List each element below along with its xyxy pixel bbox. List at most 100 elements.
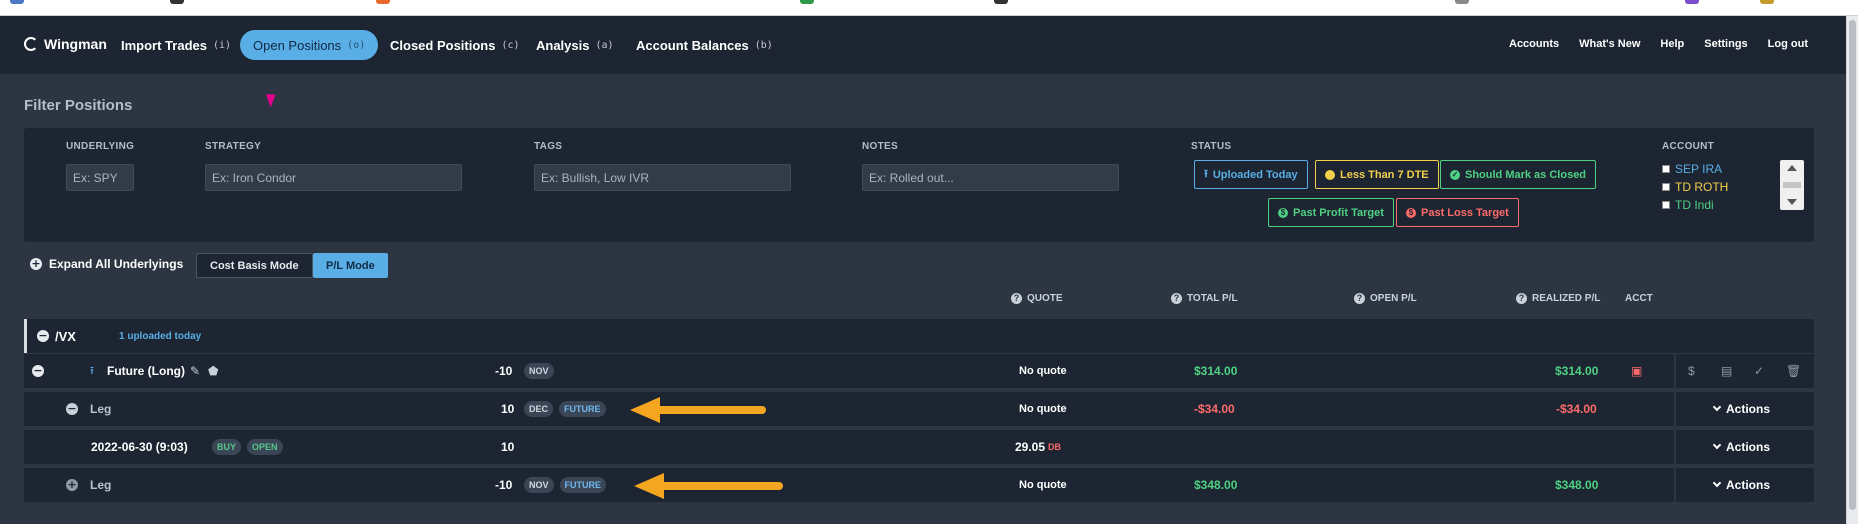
nav-shortcut: (a) — [595, 39, 614, 51]
checkbox[interactable] — [1662, 183, 1670, 191]
collapse-button[interactable]: − — [66, 392, 78, 426]
page-scrollbar[interactable] — [1846, 16, 1858, 524]
chevron-down-icon — [1712, 440, 1722, 450]
month-badge: NOV — [518, 354, 554, 388]
bookmark-icon[interactable] — [10, 0, 24, 4]
leg-row[interactable]: + Leg -10 NOV FUTURE No quote $348.00 $3… — [24, 468, 1814, 502]
status-uploaded-today-button[interactable]: ⭱ Uploaded Today — [1194, 160, 1308, 189]
dollar-circle-icon: $ — [1278, 207, 1288, 218]
leg-total-pl: $348.00 — [1194, 478, 1238, 492]
header-label: ACCT — [1625, 293, 1653, 304]
scrollbar-thumb[interactable] — [1849, 20, 1856, 510]
uploaded-today-note: 1 uploaded today — [119, 330, 202, 342]
header-open-pl: ? OPEN P/L — [1354, 293, 1417, 304]
nav-open-positions[interactable]: Open Positions (o) — [240, 30, 379, 60]
bookmark-icon[interactable] — [800, 0, 814, 4]
scroll-up-icon[interactable] — [1787, 165, 1797, 171]
actions-dropdown[interactable]: Actions — [1712, 430, 1771, 464]
dollar-icon[interactable]: $ — [1688, 354, 1695, 388]
fill-price: 29.05 DB — [1015, 430, 1061, 464]
trash-icon[interactable]: 🗑 — [1786, 354, 1801, 388]
check-icon[interactable]: ✓ — [1754, 354, 1764, 388]
chevron-down-icon — [1712, 478, 1722, 488]
tags-label: TAGS — [534, 141, 563, 152]
bookmark-icon[interactable] — [376, 0, 390, 4]
bookmark-icon[interactable] — [1760, 0, 1774, 4]
question-icon[interactable]: ? — [1516, 293, 1527, 304]
underlying-input[interactable] — [66, 164, 134, 191]
status-past-loss-target-button[interactable]: $ Past Loss Target — [1396, 198, 1519, 227]
cost-basis-mode-button[interactable]: Cost Basis Mode — [196, 253, 313, 278]
pl-mode-button[interactable]: P/L Mode — [313, 253, 388, 278]
effect-pill: OPEN — [247, 439, 283, 455]
strategy-input[interactable] — [205, 164, 462, 191]
collapse-button[interactable]: − — [37, 319, 49, 353]
notes-input[interactable] — [862, 164, 1119, 191]
header-quote: ? QUOTE — [1011, 293, 1063, 304]
nav-account-balances[interactable]: Account Balances (b) — [623, 30, 786, 60]
collapse-button[interactable]: − — [32, 354, 44, 388]
nav-shortcut: (o) — [347, 39, 366, 51]
leg-total-pl: -$34.00 — [1194, 402, 1235, 416]
row-divider — [1674, 430, 1676, 464]
tag-icon[interactable]: ⬟ — [208, 354, 218, 388]
comment-icon[interactable]: ▤ — [1721, 354, 1732, 388]
actions-label: Actions — [1726, 440, 1771, 454]
checkbox[interactable] — [1662, 201, 1670, 209]
scroll-down-icon[interactable] — [1787, 199, 1797, 205]
nav-logout[interactable]: Log out — [1768, 38, 1808, 50]
actions-dropdown[interactable]: Actions — [1712, 468, 1771, 502]
nav-accounts[interactable]: Accounts — [1509, 38, 1559, 50]
underlying-label: UNDERLYING — [66, 141, 135, 152]
chevron-down-icon — [1712, 402, 1722, 412]
nav-settings[interactable]: Settings — [1704, 38, 1747, 50]
account-list-scrollbar[interactable] — [1780, 160, 1804, 210]
account-option-sep-ira[interactable]: SEP IRA — [1662, 160, 1728, 178]
underlying-symbol: /VX — [55, 328, 76, 344]
actions-dropdown[interactable]: Actions — [1712, 392, 1770, 426]
bookmark-icon[interactable] — [170, 0, 184, 4]
status-should-mark-closed-button[interactable]: ✓ Should Mark as Closed — [1440, 160, 1597, 189]
nav-whats-new[interactable]: What's New — [1579, 38, 1640, 50]
expand-button[interactable]: + — [66, 468, 78, 502]
nav-import-trades[interactable]: Import Trades (i) — [108, 30, 244, 60]
question-icon[interactable]: ? — [1011, 293, 1022, 304]
checkbox[interactable] — [1662, 165, 1670, 173]
nav-label: Account Balances — [636, 37, 749, 53]
nav-label: Closed Positions — [390, 37, 496, 53]
account-option-td-roth[interactable]: TD ROTH — [1662, 178, 1728, 196]
underlying-group-row[interactable]: − /VX 1 uploaded today — [24, 319, 1814, 353]
month-pill: NOV — [524, 477, 554, 493]
fill-price-value: 29.05 — [1015, 440, 1046, 454]
edit-pencil-icon[interactable]: ✎ — [190, 354, 200, 388]
nav-help[interactable]: Help — [1660, 38, 1684, 50]
actions-label: Actions — [1726, 478, 1771, 492]
expand-all-underlyings[interactable]: + Expand All Underlyings — [30, 257, 183, 271]
status-button-label: Should Mark as Closed — [1465, 168, 1587, 181]
bookmark-icon[interactable] — [1455, 0, 1469, 4]
fill-row[interactable]: 2022-06-30 (9:03) BUY OPEN 10 29.05 DB A… — [24, 430, 1814, 464]
nav-analysis[interactable]: Analysis (a) — [523, 30, 627, 60]
bookmark-icon[interactable] — [994, 0, 1008, 4]
scrollbar-thumb[interactable] — [1783, 182, 1801, 188]
status-button-label: Uploaded Today — [1212, 168, 1298, 181]
clock-icon — [1325, 169, 1335, 180]
nav-shortcut: (b) — [754, 39, 773, 51]
account-option-label: SEP IRA — [1675, 162, 1723, 176]
side-pill: BUY — [212, 439, 242, 455]
brand[interactable]: Wingman — [24, 36, 107, 52]
question-icon[interactable]: ? — [1171, 293, 1182, 304]
account-option-td-indi[interactable]: TD Indi — [1662, 196, 1728, 214]
question-icon[interactable]: ? — [1354, 293, 1365, 304]
status-less-than-7-dte-button[interactable]: Less Than 7 DTE — [1315, 160, 1439, 189]
type-pill: FUTURE — [559, 477, 607, 493]
status-past-profit-target-button[interactable]: $ Past Profit Target — [1268, 198, 1394, 227]
header-total-pl: ? TOTAL P/L — [1171, 293, 1238, 304]
nav-closed-positions[interactable]: Closed Positions (c) — [377, 30, 533, 60]
position-row[interactable]: − ⭱ Future (Long) ✎ ⬟ -10 NOV No quote $… — [24, 354, 1814, 388]
leg-row[interactable]: − Leg 10 DEC FUTURE No quote -$34.00 -$3… — [24, 392, 1814, 426]
leg-realized-pl: -$34.00 — [1556, 402, 1597, 416]
tags-input[interactable] — [534, 164, 791, 191]
bookmark-icon[interactable] — [1685, 0, 1699, 4]
leg-badges: NOV FUTURE — [518, 468, 607, 502]
